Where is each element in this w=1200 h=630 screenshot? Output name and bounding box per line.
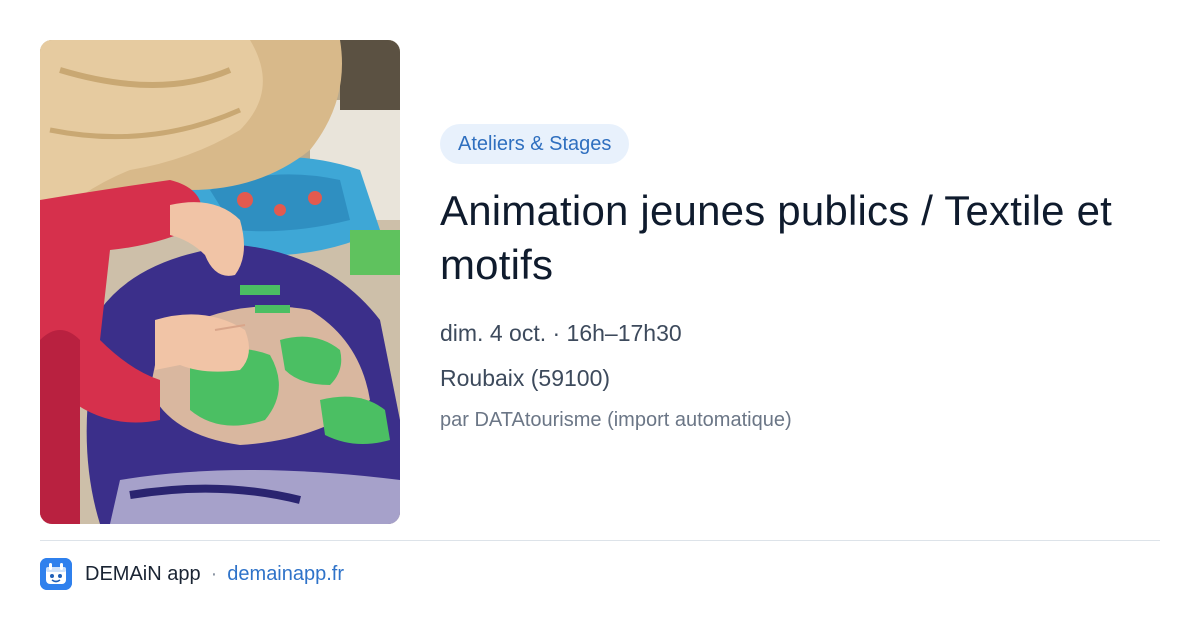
- footer-divider: [40, 540, 1160, 541]
- demain-app-logo-icon[interactable]: [40, 558, 72, 590]
- event-photo: [40, 40, 400, 524]
- event-details: Ateliers & Stages Animation jeunes publi…: [440, 124, 1160, 434]
- photo-child-sewing-icon: [40, 40, 400, 524]
- event-source: par DATAtourisme (import automatique): [440, 409, 792, 431]
- event-title[interactable]: Animation jeunes publics / Textile et mo…: [440, 184, 1160, 292]
- category-badge[interactable]: Ateliers & Stages: [440, 124, 630, 164]
- event-location: Roubaix (59100): [440, 365, 611, 391]
- event-datetime: dim. 4 oct. · 16h–17h30: [440, 320, 682, 346]
- footer: DEMAiN app · demainapp.fr: [40, 558, 344, 590]
- app-name: DEMAiN app: [85, 562, 201, 585]
- footer-separator: ·: [210, 562, 218, 585]
- app-website-link[interactable]: demainapp.fr: [227, 563, 344, 586]
